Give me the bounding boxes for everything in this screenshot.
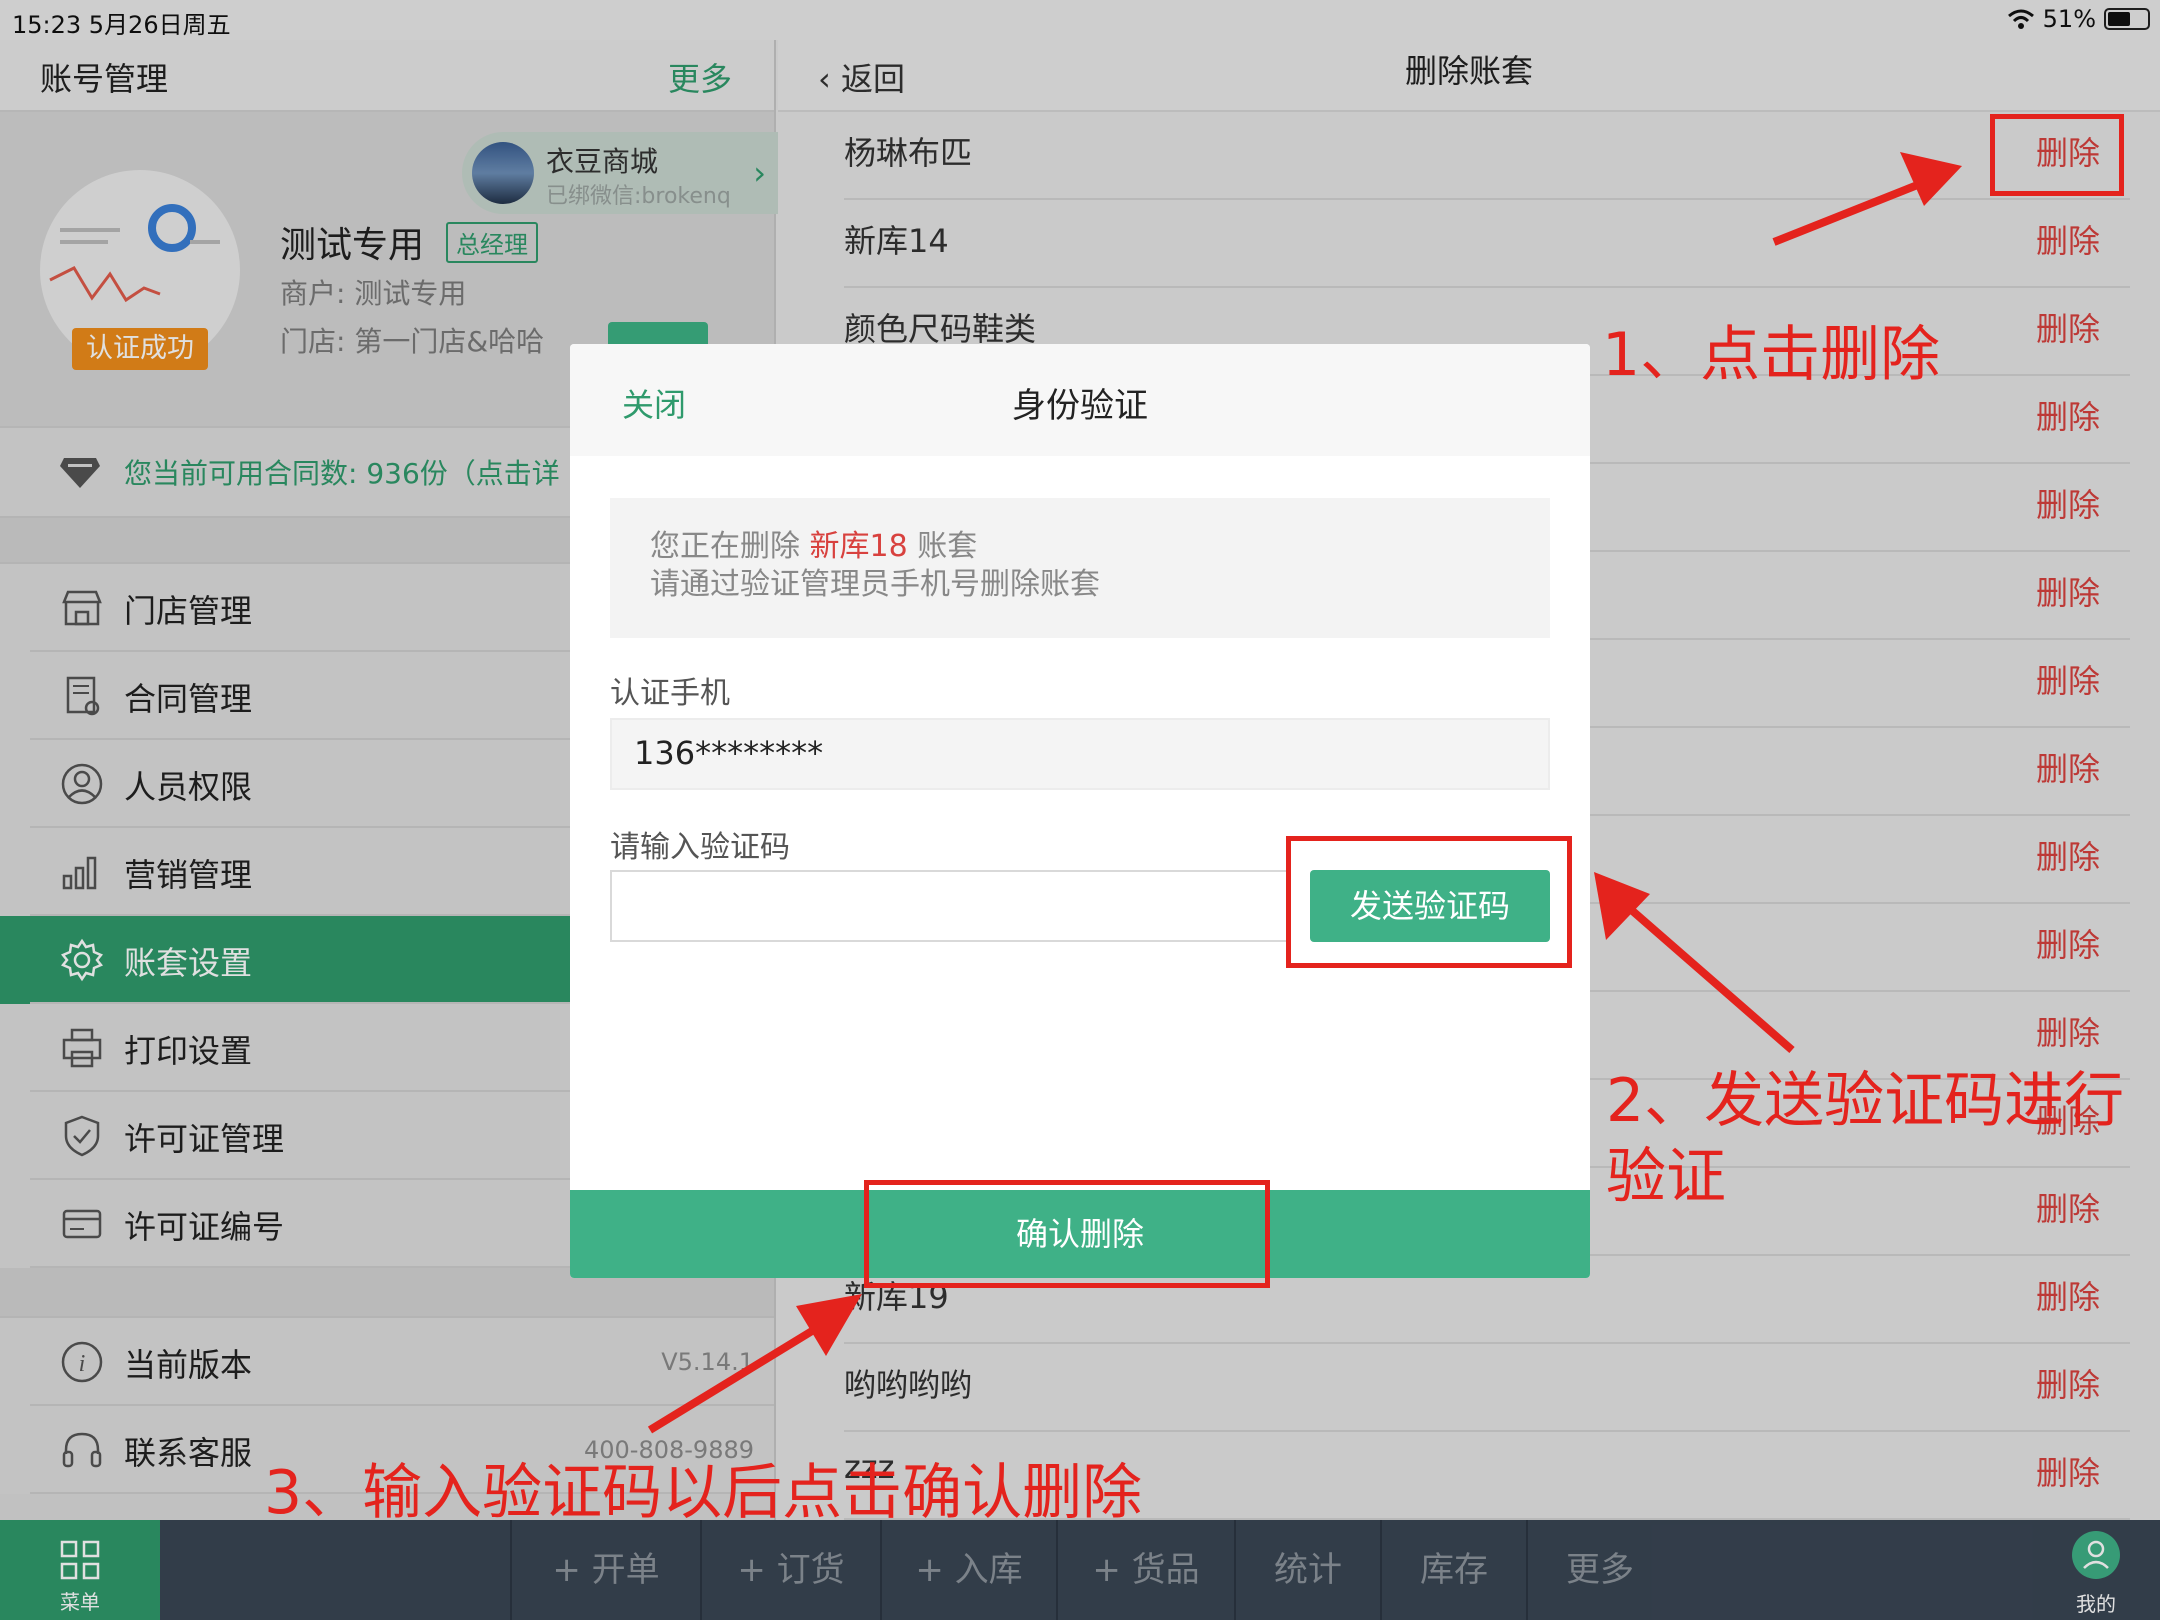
annotation-arrows xyxy=(647,152,1962,1434)
annotation-step2-line1: 2、发送验证码进行 xyxy=(1606,1066,2125,1136)
annotation-arrow-1 xyxy=(1772,152,1962,246)
annotation-step2-line2: 验证 xyxy=(1606,1142,1726,1212)
annotation-step3: 3、输入验证码以后点击确认删除 xyxy=(264,1458,1143,1528)
annotation-arrow-3 xyxy=(647,1294,862,1434)
annotation-step1: 1、点击删除 xyxy=(1602,320,1941,390)
annotation-arrow-2 xyxy=(1594,872,1795,1054)
